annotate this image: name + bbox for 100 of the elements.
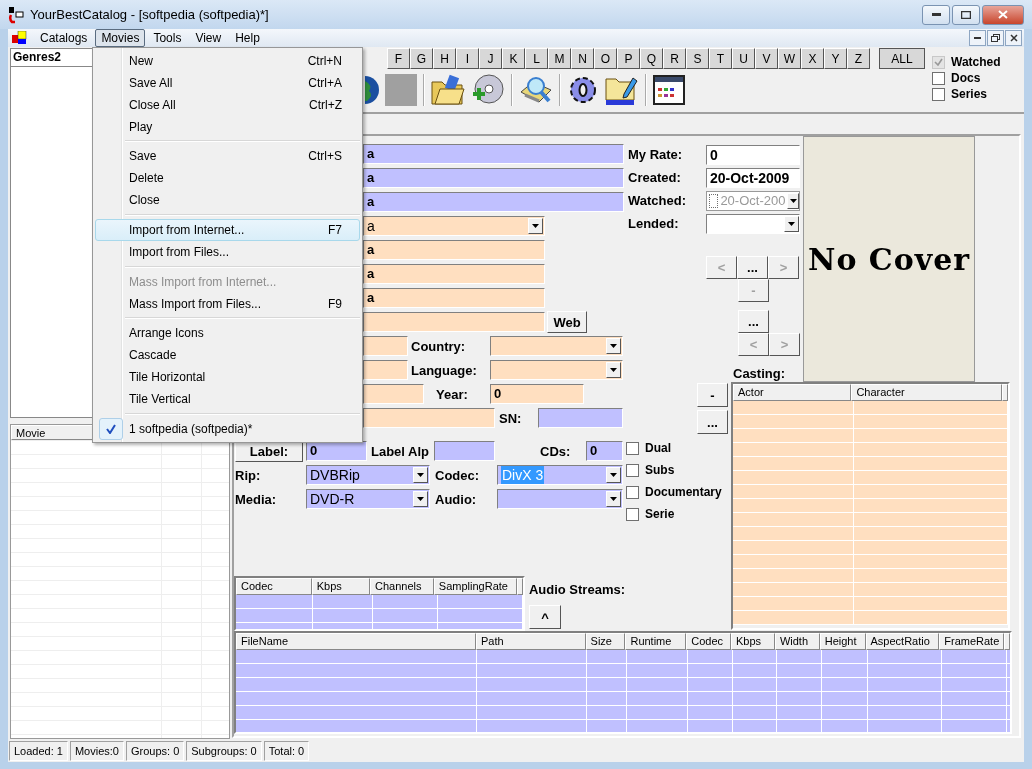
letter-button[interactable]: N <box>571 48 594 69</box>
dropdown[interactable] <box>490 360 623 380</box>
text-field[interactable]: a <box>363 240 545 260</box>
text-field[interactable]: 0 <box>586 441 623 461</box>
letter-button[interactable]: K <box>502 48 525 69</box>
collapse-button[interactable]: ^ <box>528 605 561 629</box>
text-field[interactable]: a <box>363 264 545 284</box>
dropdown[interactable] <box>490 336 623 356</box>
column-header[interactable]: SamplingRate <box>433 578 517 595</box>
letter-button[interactable]: X <box>801 48 824 69</box>
text-field[interactable] <box>363 312 545 332</box>
maximize-button[interactable] <box>952 4 980 25</box>
casting-button[interactable]: - <box>697 383 728 407</box>
form-button[interactable]: Web <box>547 311 587 333</box>
all-button[interactable]: ALL <box>879 48 925 69</box>
letter-button[interactable]: Z <box>847 48 870 69</box>
menu-item[interactable]: Arrange Icons <box>95 322 360 345</box>
letter-button[interactable]: T <box>709 48 732 69</box>
column-header[interactable]: Channels <box>370 578 434 595</box>
column-header[interactable]: FrameRate <box>939 633 1004 650</box>
letter-button[interactable]: Q <box>640 48 663 69</box>
dropdown[interactable] <box>706 213 800 234</box>
gear-icon[interactable] <box>567 74 599 106</box>
column-header[interactable]: Height <box>819 633 866 650</box>
letter-button[interactable]: W <box>778 48 801 69</box>
text-field[interactable] <box>363 408 495 428</box>
text-field[interactable]: 0 <box>306 441 367 461</box>
menu-item[interactable]: Movies <box>95 29 146 47</box>
column-header[interactable]: AspectRatio <box>865 633 940 650</box>
checkbox[interactable] <box>626 463 639 477</box>
menu-item[interactable]: Import from Files... <box>95 240 360 263</box>
menu-item[interactable]: Close All Ctrl+Z <box>95 93 360 116</box>
text-field[interactable]: a <box>363 192 624 212</box>
column-header[interactable]: Character <box>851 384 1002 401</box>
letter-button[interactable]: G <box>410 48 433 69</box>
dropdown[interactable] <box>497 489 623 509</box>
letter-button[interactable]: U <box>732 48 755 69</box>
column-header[interactable]: Codec <box>686 633 732 650</box>
column-header[interactable]: Size <box>585 633 626 650</box>
text-field[interactable] <box>363 384 424 404</box>
restore-button[interactable] <box>987 30 1004 46</box>
menu-item[interactable]: Cascade <box>95 344 360 367</box>
letter-button[interactable]: R <box>663 48 686 69</box>
letter-button[interactable]: H <box>433 48 456 69</box>
letter-button[interactable]: S <box>686 48 709 69</box>
menu-item[interactable]: Import from Internet... F7 <box>95 219 360 241</box>
column-header[interactable]: Actor <box>733 384 852 401</box>
folder-icon[interactable] <box>431 74 465 106</box>
column-header[interactable]: Path <box>476 633 586 650</box>
menu-item[interactable]: Tile Vertical <box>95 388 360 410</box>
checkbox[interactable] <box>626 441 639 455</box>
checkbox[interactable] <box>626 485 639 499</box>
globe-icon[interactable] <box>365 75 379 105</box>
menu-item[interactable]: Play <box>95 115 360 138</box>
dropdown[interactable]: a <box>363 216 545 236</box>
close-button[interactable] <box>1005 30 1022 46</box>
menu-item[interactable]: Delete <box>95 167 360 190</box>
text-field[interactable]: 0 <box>490 384 584 404</box>
text-field[interactable]: 0 <box>706 144 800 165</box>
letter-button[interactable]: L <box>525 48 548 69</box>
column-header[interactable]: Codec <box>236 578 312 595</box>
dropdown[interactable]: DVBRip <box>306 465 430 485</box>
column-header[interactable]: Kbps <box>731 633 775 650</box>
letter-button[interactable]: P <box>617 48 640 69</box>
letter-button[interactable]: Y <box>824 48 847 69</box>
letter-button[interactable]: O <box>594 48 617 69</box>
disc-icon[interactable] <box>471 74 505 106</box>
menu-item[interactable]: Tile Horizontal <box>95 366 360 389</box>
minimize-button[interactable] <box>922 4 950 25</box>
checkbox[interactable] <box>709 193 719 208</box>
text-field[interactable] <box>434 441 495 461</box>
letter-button[interactable]: M <box>548 48 571 69</box>
menu-item[interactable]: Mass Import from Files... F9 <box>95 292 360 315</box>
dropdown[interactable]: DVD-R <box>306 489 430 509</box>
menu-item[interactable]: Tools <box>147 29 188 47</box>
menu-item[interactable]: Close <box>95 189 360 212</box>
checkbox[interactable] <box>626 507 639 521</box>
letter-button[interactable]: I <box>456 48 479 69</box>
menu-item[interactable]: View <box>189 29 228 47</box>
column-header[interactable]: FileName <box>236 633 476 650</box>
letter-button[interactable]: J <box>479 48 502 69</box>
letter-button[interactable]: F <box>387 48 410 69</box>
text-field[interactable]: 20-Oct-2009 <box>706 167 800 188</box>
casting-button[interactable]: ... <box>697 410 728 434</box>
column-header[interactable]: Runtime <box>625 633 687 650</box>
text-field[interactable]: a <box>363 168 624 188</box>
checkbox[interactable] <box>932 87 945 101</box>
browse-button[interactable]: ... <box>738 310 769 333</box>
text-field[interactable] <box>538 408 623 428</box>
nav-button[interactable]: ... <box>737 256 768 279</box>
text-field[interactable] <box>363 360 408 380</box>
column-header[interactable]: Width <box>774 633 820 650</box>
checkbox[interactable] <box>932 71 945 85</box>
menu-item[interactable]: Save Ctrl+S <box>95 145 360 168</box>
text-field[interactable] <box>363 336 408 356</box>
text-field[interactable]: a <box>363 288 545 308</box>
menu-item[interactable]: Save All Ctrl+A <box>95 71 360 94</box>
menu-item[interactable]: Help <box>229 29 266 47</box>
column-header[interactable]: Kbps <box>311 578 371 595</box>
window-icon[interactable] <box>653 75 685 105</box>
